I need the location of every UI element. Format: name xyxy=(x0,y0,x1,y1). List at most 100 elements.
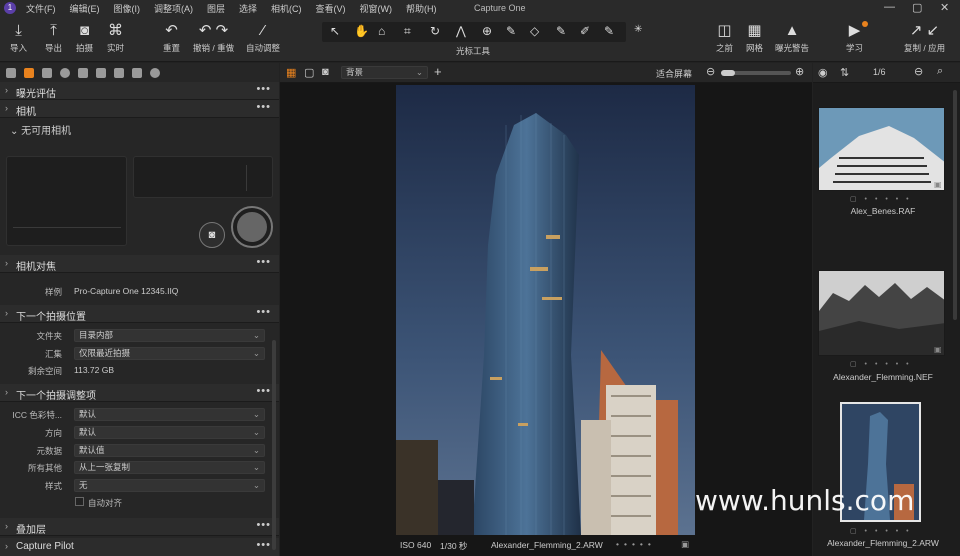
library-tab-icon[interactable] xyxy=(6,68,16,78)
annotate-icon[interactable]: ✎ xyxy=(604,24,614,38)
add-icon[interactable]: + xyxy=(434,64,442,79)
export-button[interactable]: ⤒ 导出 xyxy=(45,22,62,54)
camera-settings-box xyxy=(133,156,273,198)
lens-tab-icon[interactable] xyxy=(42,68,52,78)
learn-button[interactable]: ▶ 学习 xyxy=(846,22,863,54)
styles-select[interactable]: 无 ⌄ xyxy=(74,479,265,492)
zoom-slider-handle[interactable] xyxy=(721,70,735,76)
gradient-mask-icon[interactable]: ✎ xyxy=(556,24,566,38)
capture-button[interactable]: ◙ 拍摄 xyxy=(76,22,93,54)
rating-stars[interactable]: ••••• xyxy=(616,539,656,549)
auto-adjust-button[interactable]: ⁄ 自动调整 xyxy=(246,22,280,54)
live-view-toggle-button[interactable]: ◙ xyxy=(199,222,225,248)
loupe-icon[interactable]: ⌂ xyxy=(378,24,385,38)
next-capture-location-header[interactable]: › 下一个拍摄位置 ••• xyxy=(0,305,279,323)
info-icon[interactable]: ▣ xyxy=(681,539,689,550)
shutter-button[interactable] xyxy=(231,206,273,248)
menu-window[interactable]: 视窗(W) xyxy=(360,2,393,15)
menu-adjustments[interactable]: 调整项(A) xyxy=(154,2,193,15)
space-value: 113.72 GB xyxy=(74,365,115,375)
more-icon[interactable]: ••• xyxy=(256,256,271,268)
color-tab-icon[interactable] xyxy=(60,68,70,78)
live-view-button[interactable]: ⌘ 实时 xyxy=(107,22,124,54)
more-icon[interactable]: ••• xyxy=(256,385,271,397)
exposure-tab-icon[interactable] xyxy=(78,68,88,78)
undo-redo-button[interactable]: ↶ ↷ 撤销 / 重做 xyxy=(193,22,234,54)
next-capture-adjustments-header[interactable]: › 下一个拍摄调整项 ••• xyxy=(0,384,279,402)
copy-apply-button[interactable]: ↗ ↙ 复制 / 应用 xyxy=(904,22,945,54)
variant-select[interactable]: 背景 ⌄ xyxy=(341,66,428,79)
maximize-icon[interactable]: ▢ xyxy=(912,1,922,14)
more-icon[interactable]: ••• xyxy=(256,519,271,531)
zoom-icon[interactable]: ⊖ xyxy=(914,65,923,78)
camera-header[interactable]: › 相机 ••• xyxy=(0,100,279,118)
sort-icon[interactable]: ⇅ xyxy=(840,66,849,79)
spot-removal-icon[interactable]: ⊕ xyxy=(482,24,492,38)
main-image[interactable] xyxy=(396,85,695,535)
orientation-select[interactable]: 默认 ⌄ xyxy=(74,426,265,439)
crop-icon[interactable]: ⌗ xyxy=(404,24,411,39)
capture-pilot-header[interactable]: › Capture Pilot ••• xyxy=(0,538,279,556)
select-cursor-icon[interactable]: ↖ xyxy=(330,24,340,38)
menu-view[interactable]: 查看(V) xyxy=(316,2,346,15)
auto-align-checkbox[interactable] xyxy=(75,497,84,506)
metadata-tab-icon[interactable] xyxy=(132,68,142,78)
more-icon[interactable]: ••• xyxy=(256,83,271,95)
others-select[interactable]: 从上一张复制 ⌄ xyxy=(74,461,265,474)
menu-layers[interactable]: 图层 xyxy=(207,2,225,15)
reset-button[interactable]: ↶ 重置 xyxy=(163,22,180,54)
more-icon[interactable]: ••• xyxy=(256,539,271,551)
camera-focus-header[interactable]: › 相机对焦 ••• xyxy=(0,255,279,273)
capture-tab-icon[interactable] xyxy=(24,68,34,78)
chevron-down-icon: ⌄ xyxy=(415,67,423,77)
import-button[interactable]: ⤓ 导入 xyxy=(10,22,27,54)
primary-view-icon[interactable]: ◙ xyxy=(322,66,329,78)
collection-select[interactable]: 仅限最近拍摄 ⌄ xyxy=(74,347,265,360)
menu-select[interactable]: 选择 xyxy=(239,2,257,15)
fit-screen-label[interactable]: 适合屏幕 xyxy=(656,67,692,80)
adjustments-tab-icon[interactable] xyxy=(114,68,124,78)
thumbnail-rating[interactable]: ▢ • • • • • xyxy=(850,195,912,203)
eye-icon[interactable]: ◉ xyxy=(818,66,828,79)
menu-image[interactable]: 图像(I) xyxy=(114,2,141,15)
thumbnail-rating[interactable]: ▢ • • • • • xyxy=(850,527,912,535)
exposure-eval-header[interactable]: › 曝光评估 ••• xyxy=(0,82,279,100)
left-panel-scrollbar[interactable] xyxy=(272,340,276,550)
menu-camera[interactable]: 相机(C) xyxy=(271,2,302,15)
pan-hand-icon[interactable]: ✋ xyxy=(354,24,369,38)
exposure-warning-button[interactable]: ▲ 曝光警告 xyxy=(775,22,809,54)
sparkle-icon[interactable]: ✳ xyxy=(634,24,642,35)
info-tab-icon[interactable] xyxy=(150,68,160,78)
eraser-icon[interactable]: ◇ xyxy=(530,24,539,38)
menu-file[interactable]: 文件(F) xyxy=(26,2,56,15)
menu-edit[interactable]: 编辑(E) xyxy=(70,2,100,15)
rotate-icon[interactable]: ↻ xyxy=(430,24,440,38)
brush-icon[interactable]: ✎ xyxy=(506,24,516,38)
before-button[interactable]: ◫ 之前 xyxy=(716,22,733,54)
details-tab-icon[interactable] xyxy=(96,68,106,78)
grid-button[interactable]: ▦ 网格 xyxy=(746,22,763,54)
multi-view-icon[interactable]: ▦ xyxy=(286,66,296,79)
minimize-icon[interactable]: — xyxy=(884,1,895,13)
color-picker-icon[interactable]: ✐ xyxy=(580,24,590,38)
browser-scrollbar[interactable] xyxy=(953,90,957,320)
folder-select[interactable]: 目录内部 ⌄ xyxy=(74,329,265,342)
icc-select[interactable]: 默认 ⌄ xyxy=(74,408,265,421)
thumbnail-rating[interactable]: ▢ • • • • • xyxy=(850,360,912,368)
close-icon[interactable]: ✕ xyxy=(940,1,949,14)
metadata-select[interactable]: 默认值 ⌄ xyxy=(74,444,265,457)
keystone-icon[interactable]: ⋀ xyxy=(456,24,466,38)
thumbnail-2[interactable] xyxy=(818,270,945,356)
overlay-header[interactable]: › 叠加层 ••• xyxy=(0,518,279,536)
info-icon: ▣ xyxy=(934,345,942,354)
styles-label: 样式 xyxy=(44,481,62,491)
thumbnail-1[interactable] xyxy=(818,107,945,191)
zoom-slider[interactable] xyxy=(721,70,791,76)
single-view-icon[interactable]: ▢ xyxy=(304,66,314,79)
zoom-in-icon[interactable]: ⊕ xyxy=(795,65,804,78)
more-icon[interactable]: ••• xyxy=(256,306,271,318)
menu-help[interactable]: 帮助(H) xyxy=(406,2,437,15)
more-icon[interactable]: ••• xyxy=(256,101,271,113)
search-icon[interactable]: ⌕ xyxy=(937,65,943,78)
zoom-out-icon[interactable]: ⊖ xyxy=(706,65,715,78)
